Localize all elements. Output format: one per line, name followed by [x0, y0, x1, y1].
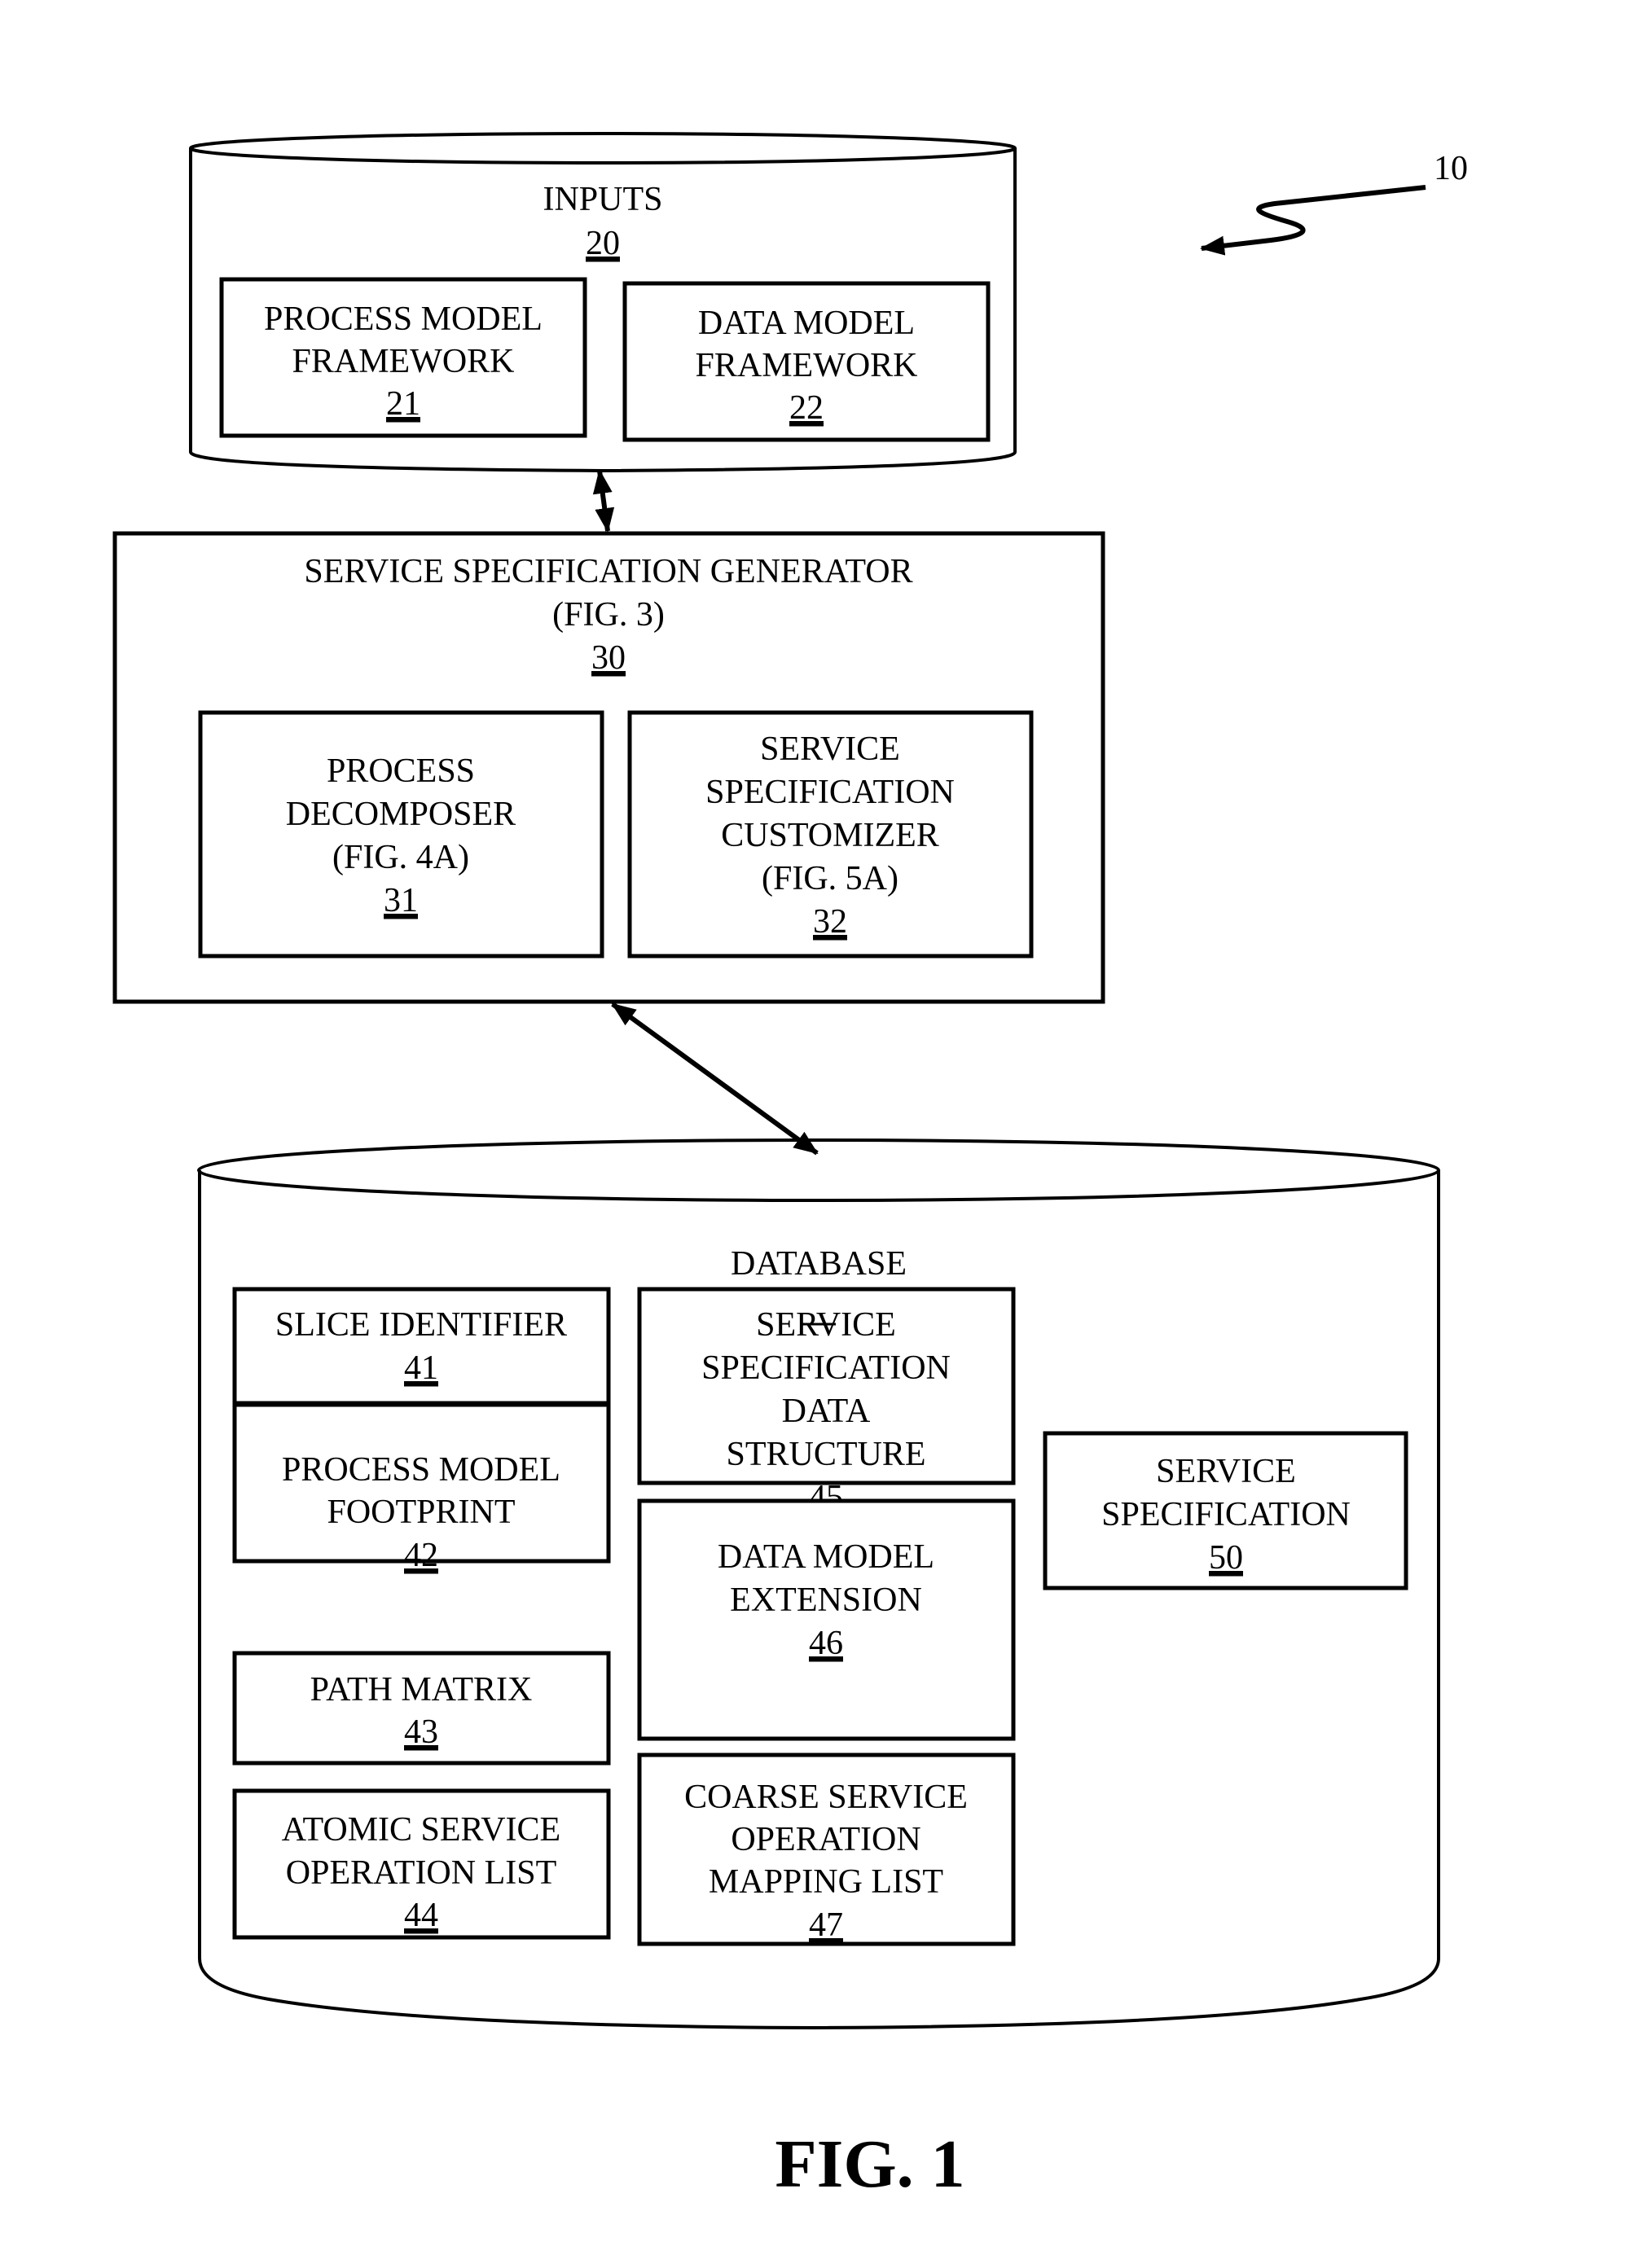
- box-line: FRAMEWORK: [695, 347, 917, 384]
- box-line: STRUCTURE: [726, 1436, 925, 1473]
- box-line: DATA MODEL: [698, 305, 915, 342]
- inputs-cylinder: INPUTS 20 PROCESS MODEL FRAMEWORK 21 DAT…: [189, 132, 1017, 473]
- box-ref: 22: [789, 389, 824, 427]
- box-ref: 50: [1209, 1539, 1243, 1577]
- inputs-ref: 20: [586, 225, 620, 262]
- box-line: PROCESS MODEL: [264, 300, 543, 338]
- box-line: PROCESS MODEL: [282, 1451, 560, 1489]
- database-title: DATABASE: [731, 1245, 907, 1283]
- box-line: OPERATION: [731, 1821, 920, 1858]
- box-line: SLICE IDENTIFIER: [275, 1306, 567, 1344]
- generator-title: SERVICE SPECIFICATION GENERATOR: [304, 553, 912, 590]
- box-line: SPECIFICATION: [705, 774, 955, 811]
- data-model-framework-box: DATA MODEL FRAMEWORK 22: [622, 281, 991, 442]
- database-cylinder: DATABASE 40 SLICE IDENTIFIER 41 PROCESS …: [197, 1138, 1440, 2030]
- box-line: OPERATION LIST: [286, 1854, 557, 1892]
- box-line: SERVICE: [760, 730, 900, 768]
- box-ref: 47: [809, 1906, 843, 1944]
- atomic-service-operation-list-box: ATOMIC SERVICE OPERATION LIST 44: [232, 1788, 611, 1940]
- box-ref: 32: [813, 903, 847, 941]
- squiggle-arrow-icon: [1200, 185, 1426, 256]
- system-reference: 10: [1200, 150, 1468, 256]
- box-line: (FIG. 4A): [332, 839, 469, 876]
- generator-ref: 30: [591, 639, 626, 677]
- box-line: PROCESS: [327, 752, 475, 790]
- box-line: FOOTPRINT: [327, 1494, 515, 1531]
- process-decomposer-box: PROCESS DECOMPOSER (FIG. 4A) 31: [198, 710, 604, 959]
- process-model-footprint-box: PROCESS MODEL FOOTPRINT 42: [232, 1402, 611, 1574]
- box-line: EXTENSION: [730, 1581, 922, 1619]
- box-line: FRAMEWORK: [292, 343, 514, 380]
- system-ref-label: 10: [1434, 150, 1468, 187]
- service-specification-box: SERVICE SPECIFICATION 50: [1043, 1431, 1408, 1590]
- coarse-service-operation-mapping-list-box: COARSE SERVICE OPERATION MAPPING LIST 47: [637, 1753, 1016, 1946]
- box-line: DATA MODEL: [718, 1538, 934, 1576]
- box-ref: 43: [404, 1713, 438, 1751]
- box-line: DECOMPOSER: [286, 796, 516, 833]
- box-ref: 42: [404, 1537, 438, 1574]
- generator-box: SERVICE SPECIFICATION GENERATOR (FIG. 3)…: [112, 531, 1105, 1004]
- generator-database-arrow: [611, 1002, 819, 1156]
- box-ref: 21: [386, 385, 420, 423]
- service-specification-customizer-box: SERVICE SPECIFICATION CUSTOMIZER (FIG. 5…: [627, 710, 1034, 959]
- box-ref: 31: [384, 882, 418, 919]
- slice-identifier-box: SLICE IDENTIFIER 41: [232, 1287, 611, 1406]
- box-line: (FIG. 5A): [762, 860, 898, 897]
- box-line: SPECIFICATION: [701, 1349, 951, 1387]
- process-model-framework-box: PROCESS MODEL FRAMEWORK 21: [219, 277, 587, 438]
- inputs-generator-arrow: [592, 469, 615, 533]
- inputs-title: INPUTS: [543, 181, 662, 218]
- box-line: SPECIFICATION: [1101, 1496, 1351, 1533]
- generator-subtitle: (FIG. 3): [552, 596, 665, 634]
- box-line: CUSTOMIZER: [721, 817, 939, 854]
- box-line: SERVICE: [1156, 1453, 1296, 1490]
- box-line: MAPPING LIST: [709, 1863, 943, 1901]
- patent-diagram: 10 INPUTS 20 PROCESS MODEL FRAMEWORK 21 …: [112, 132, 1468, 2202]
- path-matrix-box: PATH MATRIX 43: [232, 1651, 611, 1766]
- box-line: PATH MATRIX: [310, 1671, 533, 1709]
- data-model-extension-box: DATA MODEL EXTENSION 46: [637, 1498, 1016, 1741]
- box-ref: 41: [404, 1349, 438, 1387]
- box-ref: 46: [809, 1625, 843, 1662]
- box-ref: 44: [404, 1897, 438, 1934]
- box-line: COARSE SERVICE: [684, 1779, 968, 1816]
- box-line: DATA: [782, 1393, 871, 1430]
- box-line: ATOMIC SERVICE: [282, 1811, 560, 1849]
- figure-label: FIG. 1: [775, 2126, 964, 2202]
